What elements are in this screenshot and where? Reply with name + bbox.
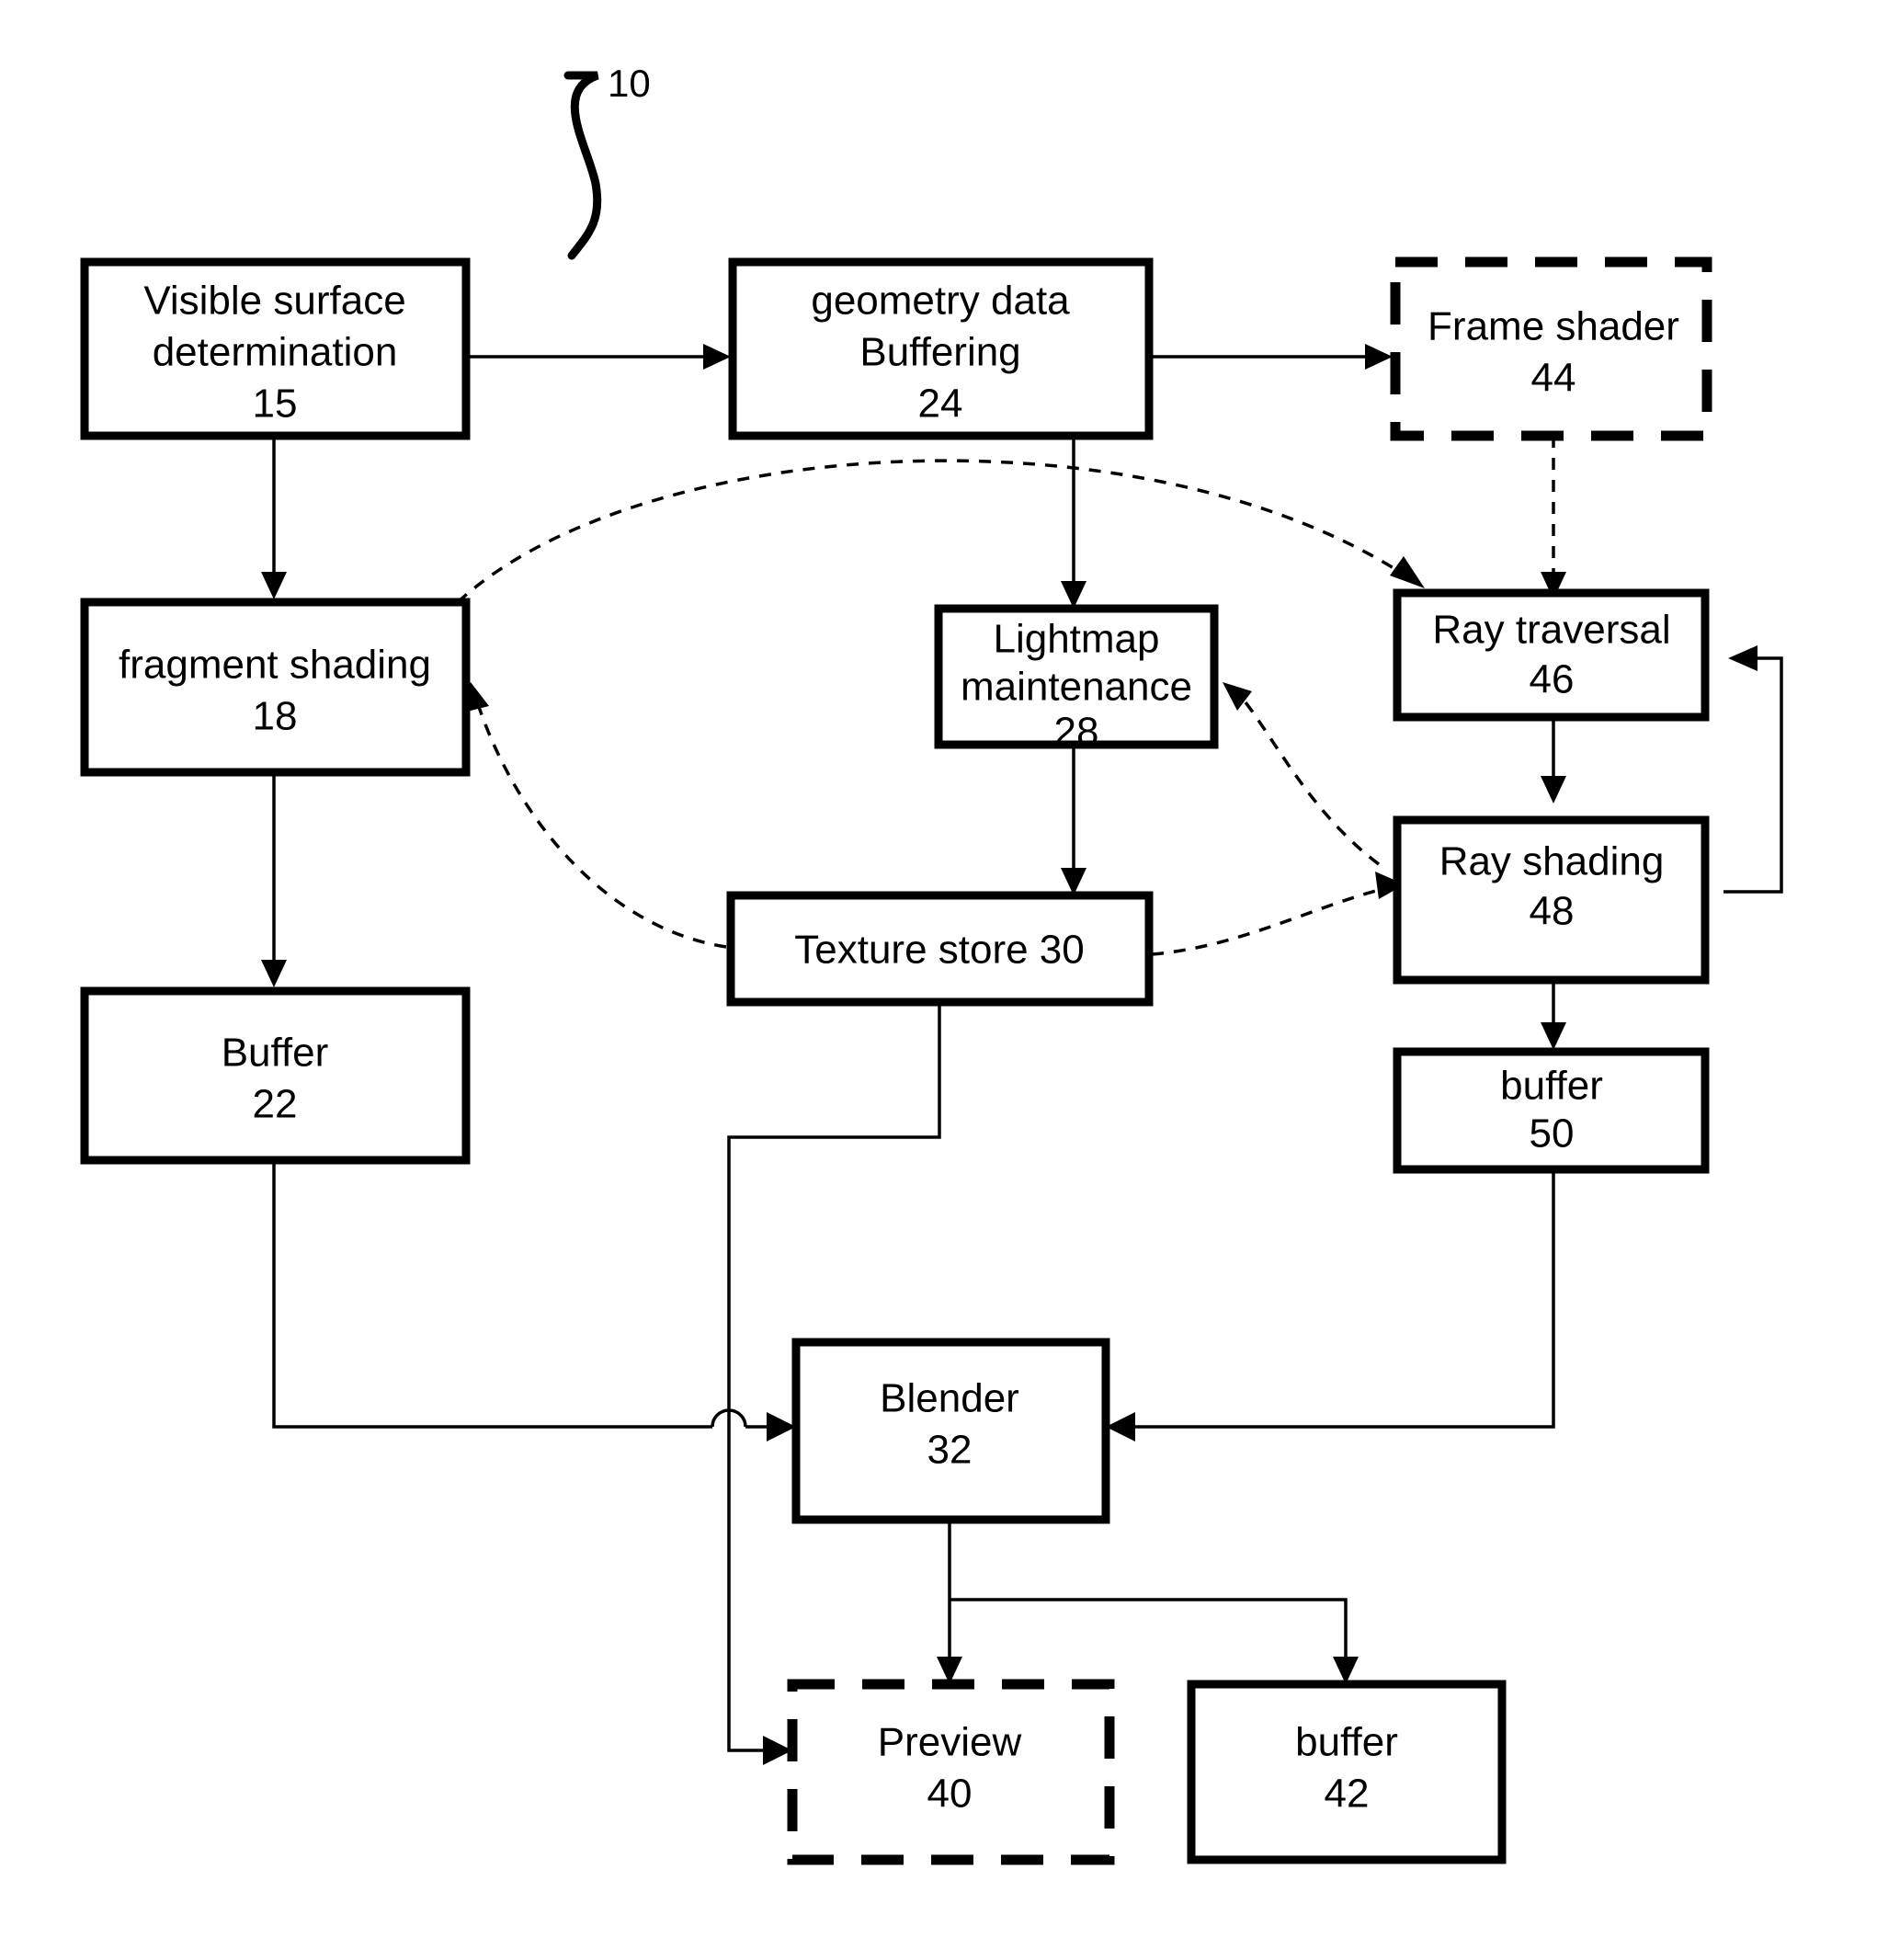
edge-line [1151,885,1391,956]
edge-texture-store-to-fragment-shading [460,682,727,949]
edge-buffer50-to-blender [1106,1169,1555,1442]
node-label-line-1: geometry data [811,279,1070,324]
node-ref-number: 46 [1530,657,1575,702]
node-label-line-1: Frame shader [1428,304,1679,349]
node-label-line-1: Preview [878,1720,1022,1765]
node-ref-number: 22 [253,1082,298,1127]
edge-geometry-to-frame-shader [1149,344,1393,370]
edge-line [1234,689,1381,866]
node-buffer-22[interactable]: Buffer 22 [80,986,471,1165]
edge-line [950,1598,1348,1673]
node-ref-number: 24 [918,382,963,427]
node-ref-number: 40 [927,1772,973,1817]
edge-blender-to-buffer42 [950,1598,1359,1684]
node-label-line-2: Buffering [859,330,1020,375]
node-visible-surface-determination[interactable]: Visible surface determination 15 [80,257,471,440]
node-label-line-2: determination [153,330,398,375]
node-label-line-2: maintenance [961,665,1192,710]
edge-vsd-to-fragment-shading [261,436,287,599]
node-preview[interactable]: Preview 40 [787,1679,1115,1865]
edge-fragment-shading-to-buffer22 [261,772,287,987]
arrowhead [703,344,731,370]
node-label-line-1: Texture store 30 [794,928,1085,973]
edge-texture-store-to-ray-shading [1151,872,1405,956]
node-label-line-1: Ray shading [1439,839,1665,884]
edge-ray-traversal-to-ray-shading [1541,717,1566,803]
edge-blender-to-preview [937,1520,962,1684]
edge-fragment-shading-to-ray-traversal [456,459,1425,604]
node-box [80,986,471,1165]
node-label-line-1: buffer [1500,1064,1603,1109]
node-ref-number: 18 [253,694,298,739]
figure-leader: 10 [563,62,651,260]
node-label-line-1: Visible surface [143,279,405,324]
edge-line [474,698,727,949]
edge-ray-shading-feedback-loop [1723,645,1783,894]
node-ref-number: 32 [927,1428,973,1473]
node-ray-shading[interactable]: Ray shading 48 [1393,815,1710,985]
arrowhead [1106,1412,1135,1442]
node-label-line-1: fragment shading [119,643,431,688]
node-lightmap-maintenance[interactable]: Lightmap maintenance 28 [934,604,1219,755]
edge-buffer22-to-blender [272,1160,796,1442]
arrowhead [1365,344,1393,370]
node-frame-shader[interactable]: Frame shader 44 [1390,256,1712,441]
figure-number: 10 [608,62,651,105]
node-ref-number: 50 [1530,1111,1575,1157]
edge-line [456,459,1412,604]
figure-leader-curve [563,71,602,260]
flow-diagram-canvas: 10 Visible surface determination 15 geom… [80,62,1783,1865]
edge-line [1117,1169,1555,1429]
edge-frame-shader-to-ray-traversal [1541,436,1566,599]
edge-line [272,1160,712,1429]
node-ref-number: 15 [253,382,298,427]
edge-lightmap-to-texture-store [1061,745,1086,895]
node-label-line-1: Ray traversal [1432,608,1670,653]
node-texture-store[interactable]: Texture store 30 [726,891,1154,1007]
node-label-line-1: buffer [1295,1720,1398,1765]
node-blender[interactable]: Blender 32 [791,1338,1110,1524]
edge-ray-shading-to-buffer50 [1541,980,1566,1050]
node-label-line-1: Lightmap [993,617,1159,662]
edge-vsd-to-geometry [466,344,731,370]
arrowhead [1390,556,1425,588]
node-label-line-1: Buffer [222,1031,329,1076]
node-ray-traversal[interactable]: Ray traversal 46 [1393,588,1710,722]
edge-geometry-to-lightmap [1061,436,1086,609]
node-fragment-shading[interactable]: fragment shading 18 [80,598,471,777]
arrowhead [261,960,287,987]
arrowhead [1541,776,1566,803]
arrowhead [1541,1022,1566,1050]
arrowhead [1728,645,1758,671]
arrowhead [261,572,287,599]
edge-ray-shading-to-lightmap [1223,682,1381,866]
node-buffer-50[interactable]: buffer 50 [1393,1047,1710,1174]
node-ref-number: 28 [1054,710,1099,755]
edge-line [1723,656,1783,894]
arrowhead [767,1412,796,1442]
node-geometry-data-buffering[interactable]: geometry data Buffering 24 [728,257,1154,440]
node-ref-number: 42 [1325,1772,1370,1817]
node-ref-number: 48 [1530,889,1575,934]
node-ref-number: 44 [1531,356,1576,401]
patent-flow-diagram: 10 Visible surface determination 15 geom… [0,0,1877,1960]
node-buffer-42[interactable]: buffer 42 [1187,1680,1507,1864]
node-label-line-1: Blender [880,1376,1019,1421]
